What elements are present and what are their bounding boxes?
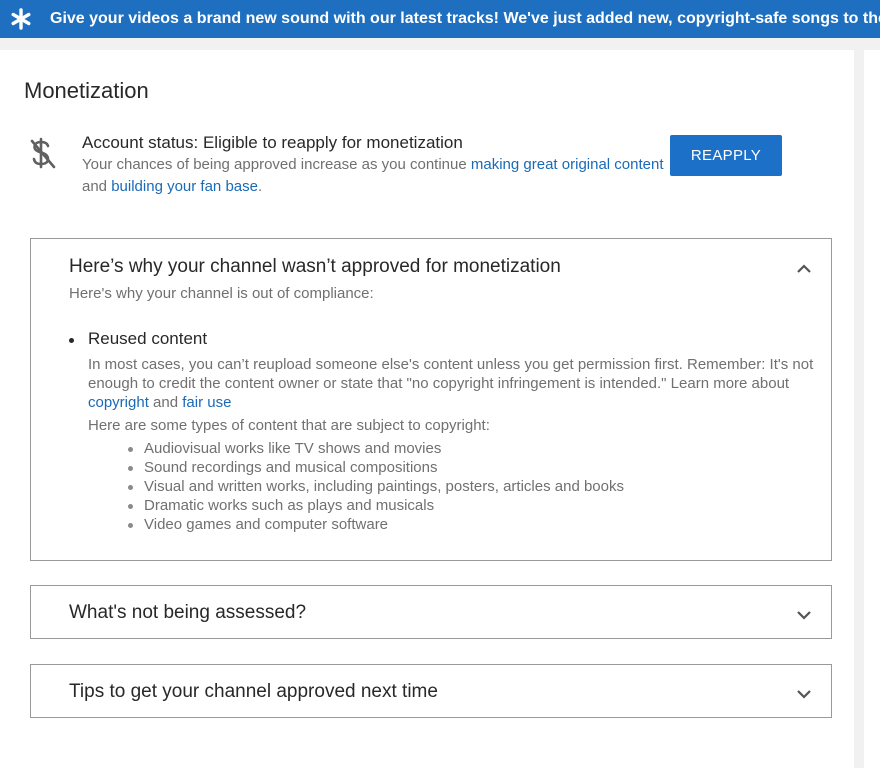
bullet-icon <box>69 338 74 343</box>
reason-text: In most cases, you can’t reupload someon… <box>88 356 814 392</box>
account-status-title: Account status: Eligible to reapply for … <box>82 133 463 152</box>
reason-item: Reused content In most cases, you can’t … <box>69 329 821 534</box>
account-status-description: Your chances of being approved increase … <box>82 156 664 195</box>
main-content: Monetization Account status: Eligible to… <box>0 50 854 768</box>
types-intro: Here are some types of content that are … <box>88 417 490 434</box>
tips-panel[interactable]: Tips to get your channel approved next t… <box>30 664 832 718</box>
status-desc-and: and <box>82 178 112 195</box>
building-fan-base-link[interactable]: building your fan base <box>111 178 258 195</box>
reason-paragraph: In most cases, you can’t reupload someon… <box>88 355 821 412</box>
page-title: Monetization <box>24 78 149 103</box>
status-desc-period: . <box>257 178 263 195</box>
list-item: Visual and written works, including pain… <box>126 477 821 496</box>
status-desc-text: Your chances of being approved increase … <box>82 156 471 173</box>
reason-heading: Reused content <box>69 329 821 349</box>
account-status: Account status: Eligible to reapply for … <box>82 132 672 198</box>
tips-panel-title[interactable]: Tips to get your channel approved next t… <box>69 681 438 703</box>
not-approved-panel: Here’s why your channel wasn’t approved … <box>30 238 832 561</box>
chevron-down-icon[interactable] <box>795 685 813 703</box>
list-item: Dramatic works such as plays and musical… <box>126 496 821 515</box>
reapply-button[interactable]: REAPPLY <box>670 135 782 176</box>
not-assessed-panel[interactable]: What's not being assessed? <box>30 585 832 639</box>
list-item: Video games and computer software <box>126 515 821 534</box>
copyright-types-list: Audiovisual works like TV shows and movi… <box>88 439 821 534</box>
making-great-content-link[interactable]: making great original content <box>471 156 664 173</box>
fair-use-link[interactable]: fair use <box>182 394 231 411</box>
chevron-down-icon[interactable] <box>795 606 813 624</box>
list-item: Audiovisual works like TV shows and movi… <box>126 439 821 458</box>
banner-text: Give your videos a brand new sound with … <box>50 10 880 27</box>
reason-and: and <box>148 394 183 411</box>
star-icon <box>11 8 31 30</box>
copyright-link[interactable]: copyright <box>88 394 149 411</box>
side-panel <box>864 50 880 768</box>
reason-title: Reused content <box>88 329 208 348</box>
not-approved-panel-title[interactable]: Here’s why your channel wasn’t approved … <box>69 256 561 278</box>
list-item: Sound recordings and musical composition… <box>126 458 821 477</box>
no-monetization-icon <box>30 137 56 169</box>
panel-subtitle: Here's why your channel is out of compli… <box>69 285 374 302</box>
reason-body: In most cases, you can’t reupload someon… <box>88 355 821 534</box>
chevron-up-icon[interactable] <box>795 260 813 278</box>
not-assessed-panel-title[interactable]: What's not being assessed? <box>69 602 306 624</box>
announcement-banner[interactable]: Give your videos a brand new sound with … <box>0 0 880 38</box>
